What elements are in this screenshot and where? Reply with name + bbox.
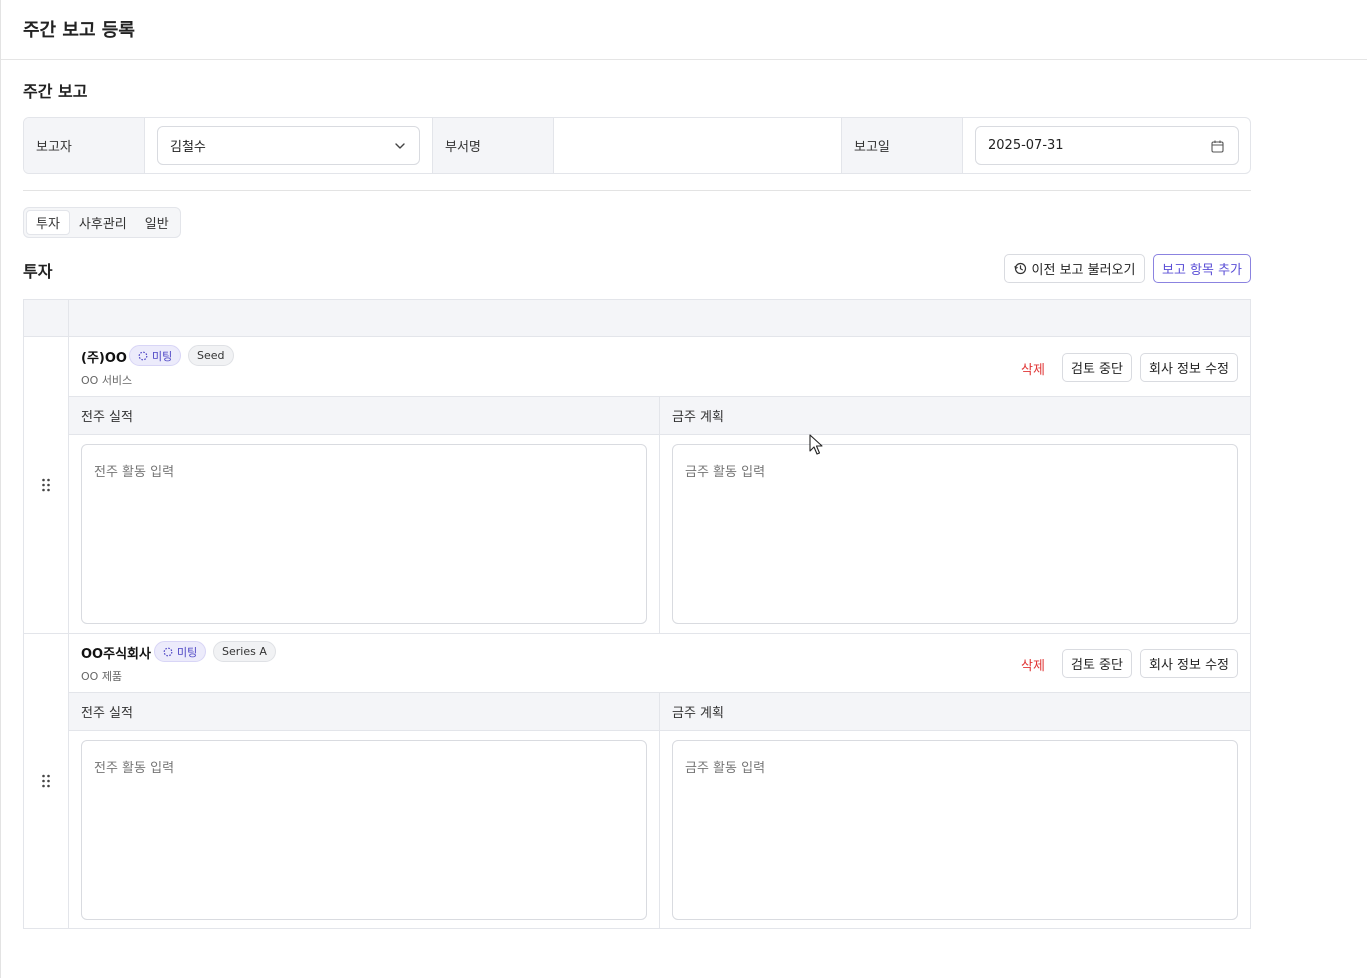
page-title: 주간 보고 등록 — [23, 20, 135, 41]
this-week-cell — [660, 731, 1250, 929]
status-badge: 미팅 — [129, 345, 182, 366]
tab-general[interactable]: 일반 — [136, 210, 178, 235]
this-week-cell — [660, 435, 1250, 633]
reporter-value: 김철수 — [170, 140, 206, 155]
chevron-down-icon — [395, 143, 405, 149]
last-week-header: 전주 실적 — [69, 397, 660, 435]
stop-review-button[interactable]: 검토 중단 — [1062, 649, 1132, 678]
company-subtitle: OO 서비스 — [81, 374, 133, 387]
company-subtitle: OO 제품 — [81, 670, 123, 683]
table-row: (주)OO 미팅 Seed OO 서비스 삭제 검토 중단 회사 정보 수정 전… — [24, 337, 1250, 633]
company-name: (주)OO — [81, 351, 127, 366]
status-badge-label: 미팅 — [177, 645, 198, 659]
stage-badge: Series A — [213, 641, 276, 662]
drag-handle-icon — [42, 478, 50, 492]
row-header: (주)OO 미팅 Seed OO 서비스 삭제 검토 중단 회사 정보 수정 — [69, 337, 1250, 397]
drag-handle[interactable] — [24, 633, 69, 929]
drag-handle[interactable] — [24, 337, 69, 633]
last-week-cell — [69, 731, 660, 929]
company-name: OO주식회사 — [81, 647, 151, 662]
delete-button[interactable]: 삭제 — [1021, 650, 1045, 678]
load-previous-label: 이전 보고 불러오기 — [1031, 263, 1136, 278]
loader-icon — [163, 647, 173, 656]
reporter-cell: 김철수 — [145, 118, 433, 173]
this-week-input[interactable] — [672, 444, 1238, 624]
last-week-cell — [69, 435, 660, 633]
drag-handle-icon — [42, 774, 50, 788]
table-header-handle-col — [24, 300, 69, 337]
loader-icon — [138, 351, 148, 360]
add-item-button[interactable]: 보고 항목 추가 — [1153, 254, 1251, 283]
report-date-value: 2025-07-31 — [988, 138, 1064, 153]
history-icon — [1013, 262, 1026, 275]
status-badge-label: 미팅 — [152, 349, 173, 363]
this-week-header: 금주 계획 — [660, 693, 1250, 731]
category-tabs: 투자 사후관리 일반 — [23, 207, 181, 238]
report-date-input[interactable]: 2025-07-31 — [975, 126, 1239, 165]
investment-title: 투자 — [23, 262, 53, 281]
date-label: 보고일 — [842, 118, 963, 173]
last-week-input[interactable] — [81, 444, 647, 624]
table-header — [24, 300, 1250, 337]
table-row: OO주식회사 미팅 Series A OO 제품 삭제 검토 중단 회사 정보 … — [24, 633, 1250, 929]
tab-investment[interactable]: 투자 — [26, 210, 70, 235]
this-week-input[interactable] — [672, 740, 1238, 920]
edit-company-button[interactable]: 회사 정보 수정 — [1140, 353, 1238, 382]
date-cell: 2025-07-31 — [963, 118, 1250, 173]
delete-button[interactable]: 삭제 — [1021, 354, 1045, 382]
load-previous-button[interactable]: 이전 보고 불러오기 — [1004, 254, 1145, 283]
page-header: 주간 보고 등록 — [1, 0, 1367, 60]
tab-aftercare[interactable]: 사후관리 — [70, 210, 136, 235]
reporter-select[interactable]: 김철수 — [157, 126, 420, 165]
department-field[interactable] — [554, 118, 842, 173]
last-week-header: 전주 실적 — [69, 693, 660, 731]
stop-review-button[interactable]: 검토 중단 — [1062, 353, 1132, 382]
mouse-cursor-icon — [809, 434, 823, 455]
stage-badge: Seed — [188, 345, 234, 366]
report-info-row: 보고자 김철수 부서명 보고일 2025-07-31 — [23, 117, 1251, 174]
status-badge: 미팅 — [154, 641, 207, 662]
investment-table: (주)OO 미팅 Seed OO 서비스 삭제 검토 중단 회사 정보 수정 전… — [23, 299, 1251, 929]
section-title: 주간 보고 — [23, 82, 88, 101]
calendar-icon[interactable] — [1211, 140, 1224, 153]
department-label: 부서명 — [433, 118, 554, 173]
reporter-label: 보고자 — [24, 118, 145, 173]
page: 주간 보고 등록 주간 보고 보고자 김철수 부서명 보고일 2025-07-3… — [0, 0, 1367, 978]
row-header: OO주식회사 미팅 Series A OO 제품 삭제 검토 중단 회사 정보 … — [69, 633, 1250, 693]
this-week-header: 금주 계획 — [660, 397, 1250, 435]
last-week-input[interactable] — [81, 740, 647, 920]
divider — [23, 190, 1251, 191]
edit-company-button[interactable]: 회사 정보 수정 — [1140, 649, 1238, 678]
